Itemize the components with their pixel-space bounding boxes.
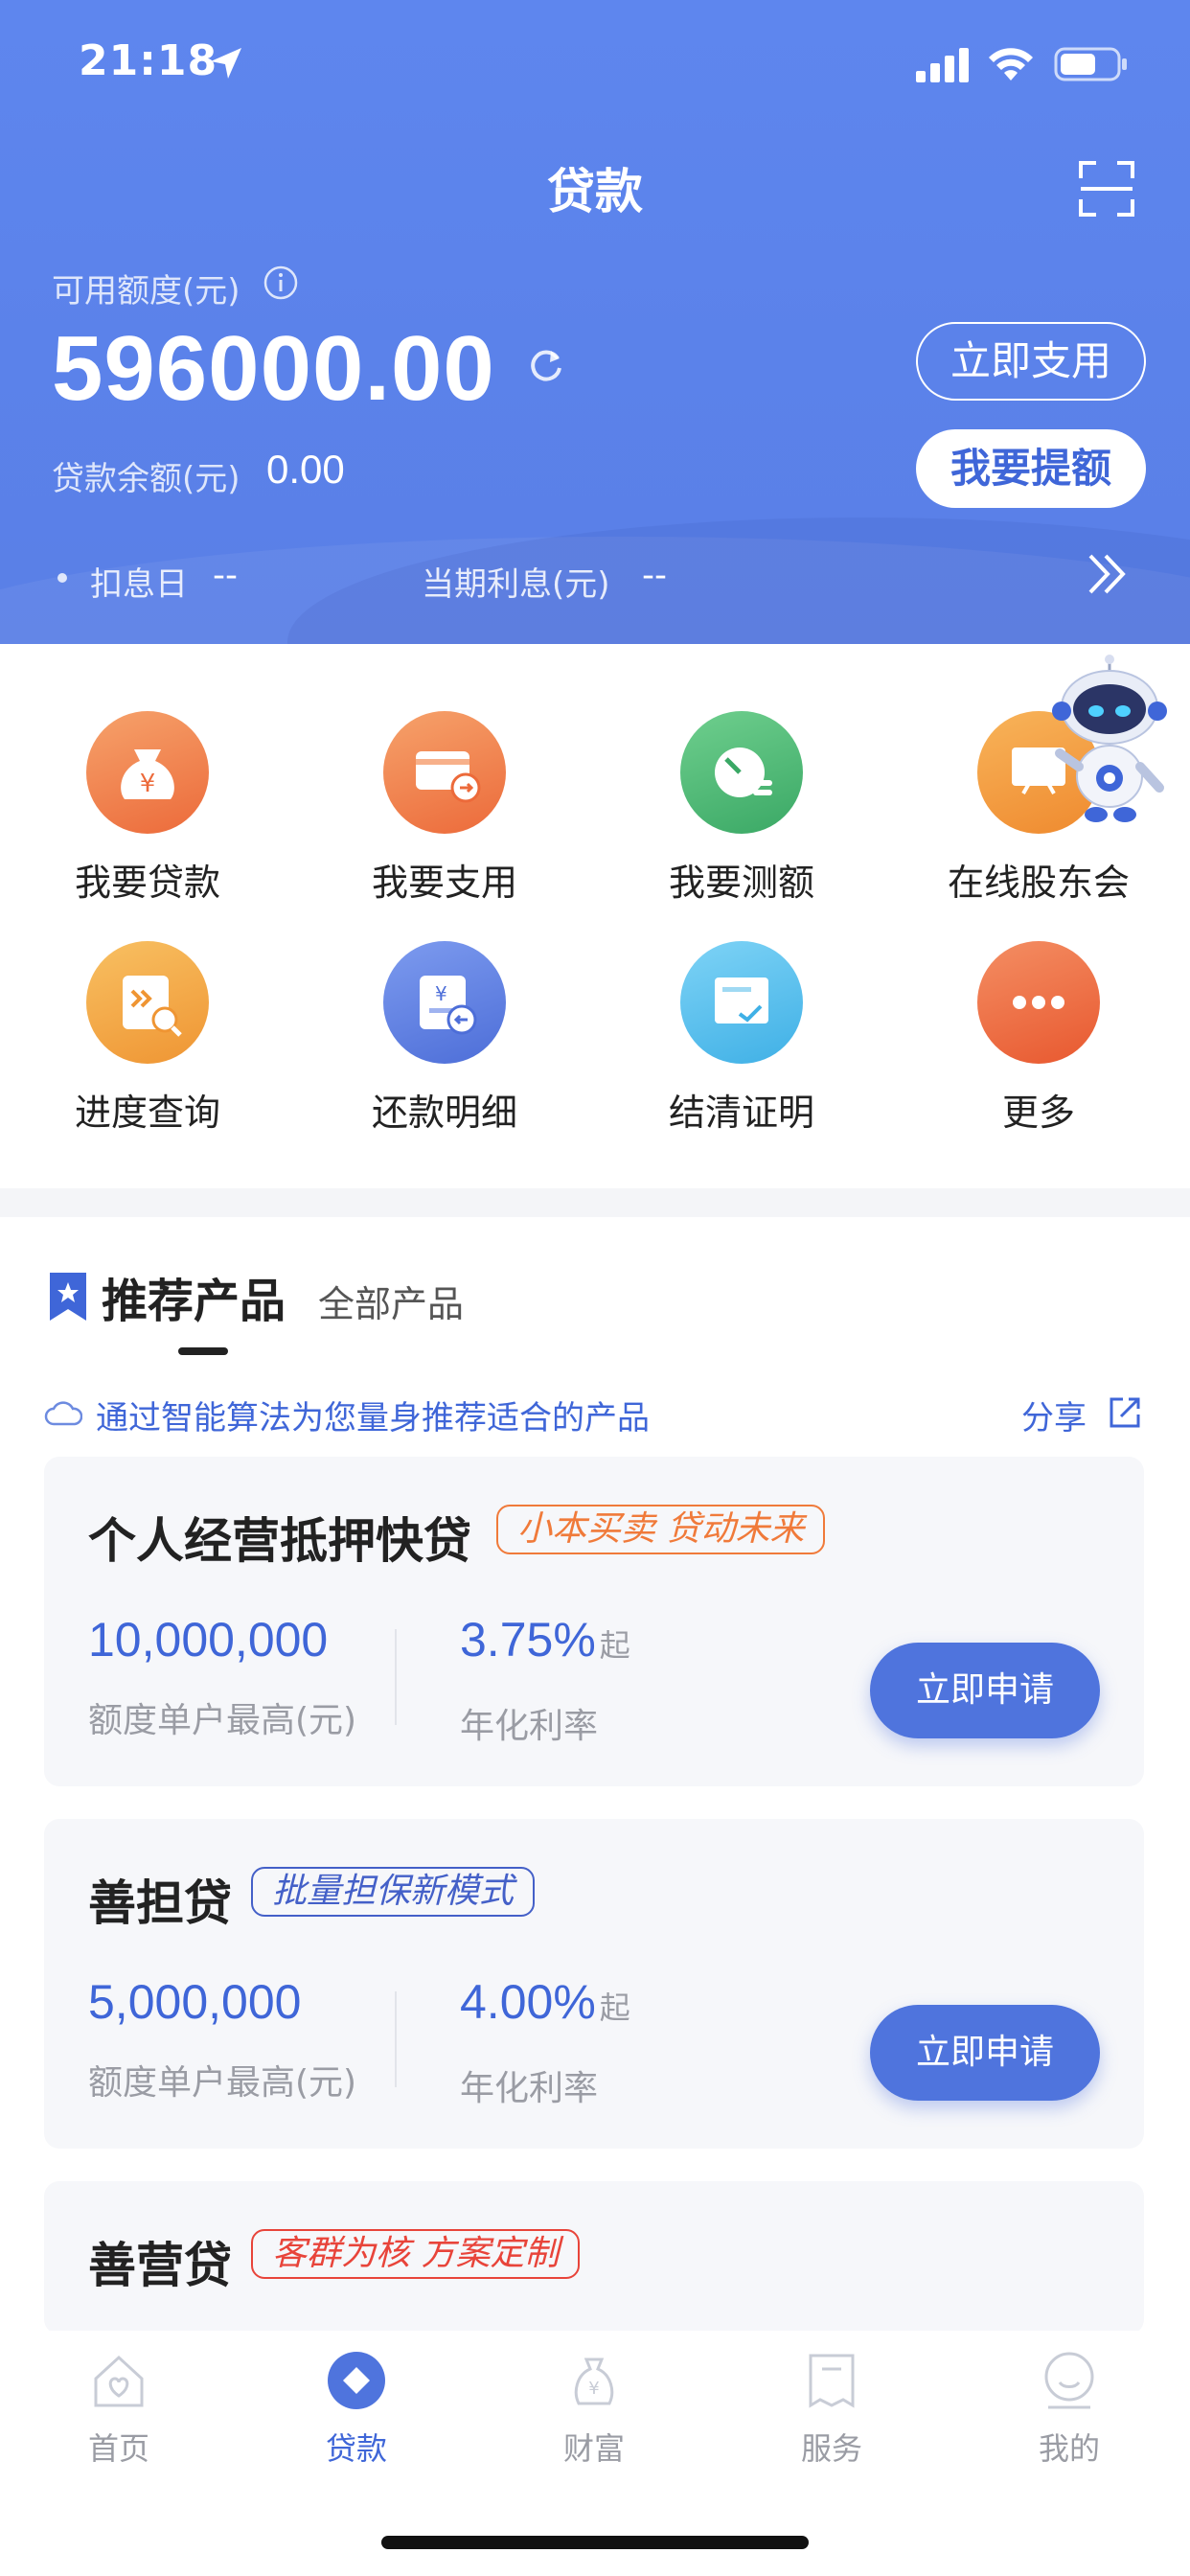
page-title: 贷款 bbox=[547, 164, 643, 219]
product-card[interactable]: 善营贷 客群为核 方案定制 bbox=[44, 2181, 1144, 2334]
quick-action-settlement-certificate[interactable]: 结清证明 bbox=[617, 941, 866, 1136]
signal-icon bbox=[916, 48, 969, 82]
quick-action-estimate[interactable]: 我要测额 bbox=[617, 711, 866, 906]
raise-limit-button[interactable]: 我要提额 bbox=[916, 429, 1146, 508]
quick-action-label: 我要支用 bbox=[371, 862, 517, 904]
profile-icon bbox=[1044, 2352, 1094, 2409]
available-credit-label: 可用额度(元) bbox=[52, 272, 240, 310]
cloud-icon bbox=[44, 1401, 82, 1426]
assistant-robot-icon[interactable] bbox=[1050, 654, 1175, 826]
apply-now-button[interactable]: 立即申请 bbox=[870, 2005, 1100, 2101]
product-rate-value: 4.00% bbox=[460, 1975, 596, 2029]
info-icon[interactable] bbox=[263, 264, 299, 301]
product-max-label: 额度单户最高(元) bbox=[88, 2063, 357, 2103]
product-max-amount: 10,000,000 bbox=[88, 1613, 329, 1667]
product-card[interactable]: 善担贷 批量担保新模式 5,000,000 额度单户最高(元) 4.00% 起 年… bbox=[44, 1819, 1144, 2149]
bullet-dot bbox=[57, 573, 67, 583]
current-interest-value: -- bbox=[642, 556, 667, 595]
loan-balance-label: 贷款余额(元) bbox=[52, 460, 240, 498]
service-icon bbox=[809, 2354, 855, 2408]
quick-action-repayment-detail[interactable]: ¥ 还款明细 bbox=[320, 941, 569, 1136]
progress-search-icon bbox=[86, 941, 209, 1064]
quick-action-label: 我要贷款 bbox=[74, 862, 220, 904]
tab-active-indicator bbox=[178, 1347, 228, 1355]
product-name: 善担贷 bbox=[88, 1875, 232, 1931]
recommend-hint: 通过智能算法为您量身推荐适合的产品 bbox=[96, 1399, 650, 1438]
use-now-button[interactable]: 立即支用 bbox=[916, 322, 1146, 401]
location-arrow-icon bbox=[211, 48, 241, 79]
quick-action-label: 在线股东会 bbox=[947, 862, 1130, 904]
tab-service[interactable]: 服务 bbox=[755, 2350, 908, 2469]
product-name: 善营贷 bbox=[88, 2238, 232, 2293]
money-bag-icon: ¥ bbox=[86, 711, 209, 834]
product-tag: 批量担保新模式 bbox=[251, 1867, 536, 1917]
svg-text:¥: ¥ bbox=[588, 2379, 599, 2399]
loan-balance-value: 0.00 bbox=[266, 447, 345, 492]
battery-icon bbox=[1054, 47, 1127, 81]
quick-action-label: 进度查询 bbox=[74, 1092, 220, 1134]
section-divider bbox=[0, 1188, 1190, 1217]
quick-action-label: 还款明细 bbox=[371, 1092, 517, 1134]
product-max-label: 额度单户最高(元) bbox=[88, 1701, 357, 1740]
gauge-icon bbox=[680, 711, 803, 834]
tab-label: 服务 bbox=[800, 2430, 862, 2467]
loan-icon bbox=[328, 2352, 385, 2409]
status-time: 21:18 bbox=[79, 36, 218, 85]
home-indicator bbox=[381, 2536, 809, 2549]
tab-label: 财富 bbox=[562, 2430, 625, 2467]
available-credit-amount: 596000.00 bbox=[52, 317, 495, 420]
deduct-date-value: -- bbox=[213, 556, 238, 595]
product-rate: 3.75% 起 bbox=[460, 1612, 630, 1668]
quick-action-more[interactable]: 更多 bbox=[914, 941, 1163, 1136]
quick-action-label: 我要测额 bbox=[668, 862, 814, 904]
loan-header: 21:18 贷款 可用额度(元) 596000.00 立即支用 我要提额 贷款余… bbox=[0, 0, 1190, 644]
tab-wealth[interactable]: ¥ 财富 bbox=[517, 2350, 671, 2469]
product-name: 个人经营抵押快贷 bbox=[88, 1513, 471, 1569]
product-tag: 小本买卖 贷动未来 bbox=[496, 1505, 826, 1554]
tab-profile[interactable]: 我的 bbox=[993, 2350, 1146, 2469]
quick-action-label: 结清证明 bbox=[668, 1092, 814, 1134]
tab-home[interactable]: 首页 bbox=[42, 2350, 195, 2469]
home-icon bbox=[94, 2355, 144, 2407]
tab-recommended-products[interactable]: 推荐产品 bbox=[102, 1263, 286, 1330]
quick-action-label: 更多 bbox=[1001, 1092, 1075, 1134]
wifi-icon bbox=[989, 48, 1033, 80]
certificate-icon bbox=[680, 941, 803, 1064]
svg-text:¥: ¥ bbox=[435, 982, 447, 1005]
quick-action-apply-loan[interactable]: ¥ 我要贷款 bbox=[23, 711, 272, 906]
bookmark-star-icon bbox=[50, 1273, 86, 1321]
tab-label: 首页 bbox=[87, 2430, 149, 2467]
product-rate: 4.00% 起 bbox=[460, 1974, 630, 2030]
share-link[interactable]: 分享 bbox=[1021, 1392, 1087, 1438]
product-rate-suffix: 起 bbox=[599, 1627, 630, 1664]
repay-detail-icon: ¥ bbox=[383, 941, 506, 1064]
product-max-amount: 5,000,000 bbox=[88, 1975, 302, 2029]
product-rate-value: 3.75% bbox=[460, 1613, 596, 1667]
tab-loan[interactable]: 贷款 bbox=[280, 2350, 433, 2469]
product-rate-label: 年化利率 bbox=[460, 1707, 599, 1746]
apply-now-button[interactable]: 立即申请 bbox=[870, 1643, 1100, 1738]
card-divider bbox=[395, 1629, 397, 1725]
quick-action-withdraw[interactable]: 我要支用 bbox=[320, 711, 569, 906]
product-card[interactable]: 个人经营抵押快贷 小本买卖 贷动未来 10,000,000 额度单户最高(元) … bbox=[44, 1457, 1144, 1786]
card-divider bbox=[395, 1991, 397, 2087]
more-icon bbox=[977, 941, 1100, 1064]
card-arrow-icon bbox=[383, 711, 506, 834]
product-rate-label: 年化利率 bbox=[460, 2069, 599, 2108]
refresh-icon[interactable] bbox=[525, 345, 567, 387]
double-chevron-right-icon[interactable] bbox=[1083, 550, 1131, 598]
share-icon[interactable] bbox=[1106, 1393, 1144, 1432]
tab-label: 我的 bbox=[1038, 2430, 1100, 2467]
svg-text:¥: ¥ bbox=[140, 770, 156, 798]
deduct-date-label: 扣息日 bbox=[90, 565, 188, 604]
tab-all-products[interactable]: 全部产品 bbox=[318, 1275, 464, 1327]
product-tag: 客群为核 方案定制 bbox=[251, 2229, 581, 2279]
product-rate-suffix: 起 bbox=[599, 1990, 630, 2026]
current-interest-label: 当期利息(元) bbox=[422, 565, 610, 604]
wealth-icon: ¥ bbox=[574, 2358, 614, 2405]
quick-action-progress-query[interactable]: 进度查询 bbox=[23, 941, 272, 1136]
tab-label: 贷款 bbox=[325, 2430, 387, 2467]
scan-icon[interactable] bbox=[1079, 161, 1134, 217]
